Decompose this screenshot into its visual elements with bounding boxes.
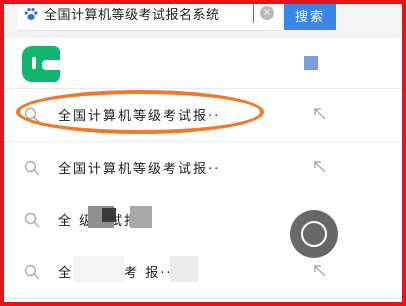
app-logo-icon <box>22 46 60 82</box>
arrow-up-left-icon[interactable] <box>314 108 326 120</box>
arrow-up-left-icon[interactable] <box>314 265 326 277</box>
paw-icon <box>24 8 38 20</box>
blur-patch <box>102 208 116 222</box>
search-input[interactable]: 全国计算机等级考试报名系统 × <box>17 0 282 31</box>
arrow-up-left-icon[interactable] <box>314 161 326 173</box>
blur-patch <box>130 206 152 228</box>
search-icon <box>24 212 40 228</box>
search-query-text[interactable]: 全国计算机等级考试报名系统 <box>44 4 220 23</box>
suggestion-row[interactable]: 全国计算机等级考试报·· <box>4 142 402 195</box>
clear-icon[interactable]: × <box>260 6 274 20</box>
assistive-touch-icon[interactable] <box>290 210 338 258</box>
blur-patch <box>74 256 124 282</box>
highlight-annotation <box>16 90 264 134</box>
search-icon <box>24 264 40 280</box>
blur-patch <box>170 256 198 282</box>
assistive-touch-ring <box>301 221 327 247</box>
suggestion-row[interactable]: 全 级考试报·· <box>4 194 402 247</box>
search-icon <box>24 160 40 176</box>
suggestion-row[interactable]: 全 机等级考 报·· <box>4 246 402 299</box>
app-action-icon[interactable] <box>304 56 318 70</box>
suggestion-text: 全国计算机等级考试报·· <box>58 162 221 177</box>
search-button[interactable]: 搜索 <box>284 0 336 30</box>
app-suggestion-row[interactable] <box>4 38 402 89</box>
text-caret <box>253 3 254 23</box>
